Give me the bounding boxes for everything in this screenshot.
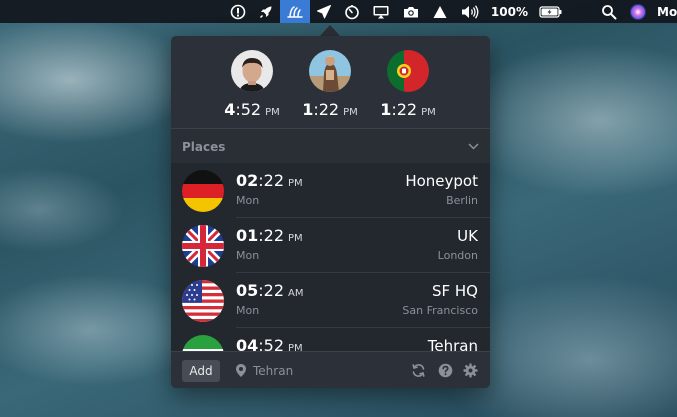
menubar-spacer xyxy=(569,0,595,23)
triangle-icon[interactable] xyxy=(426,0,454,23)
paper-plane-icon[interactable] xyxy=(310,0,338,23)
info-icon[interactable] xyxy=(224,0,252,23)
help-icon[interactable] xyxy=(438,363,453,378)
place-day: Mon xyxy=(236,249,260,262)
time-hour: 1 xyxy=(302,100,314,119)
time-hour: 02 xyxy=(236,171,259,190)
time-ampm: PM xyxy=(421,107,436,118)
person-time: 1:22 PM xyxy=(380,100,436,119)
avatar xyxy=(387,50,429,92)
list-item[interactable]: 01:22 PM Mon UK London xyxy=(171,218,490,273)
there-app-icon[interactable] xyxy=(279,0,310,23)
time-ampm: PM xyxy=(288,343,303,351)
iran-flag-icon xyxy=(182,335,224,351)
place-time: 05:22 AM xyxy=(236,281,303,300)
place-time: 04:52 PM xyxy=(236,336,303,351)
place-time: 02:22 PM xyxy=(236,171,303,190)
person-time: 4:52 PM xyxy=(224,100,280,119)
place-name: Tehran xyxy=(427,337,478,351)
time-minutes: :52 xyxy=(235,100,262,119)
time-hour: 01 xyxy=(236,226,259,245)
timer-icon[interactable] xyxy=(338,0,366,23)
list-item[interactable]: 02:22 PM Mon Honeypot Berlin xyxy=(171,163,490,218)
current-location: Tehran xyxy=(253,364,294,378)
time-minutes: :52 xyxy=(258,336,285,351)
time-hour: 1 xyxy=(380,100,392,119)
menu-bar: 100% Mo xyxy=(0,0,677,23)
place-day: Mon xyxy=(236,194,260,207)
place-city: London xyxy=(437,249,478,262)
time-minutes: :22 xyxy=(313,100,340,119)
place-time: 01:22 PM xyxy=(236,226,303,245)
time-minutes: :22 xyxy=(391,100,418,119)
airplay-display-icon[interactable] xyxy=(366,0,396,23)
time-minutes: :22 xyxy=(258,171,285,190)
time-ampm: AM xyxy=(288,288,304,299)
time-ampm: PM xyxy=(288,178,303,189)
person-1[interactable]: 4:52 PM xyxy=(207,50,297,119)
time-ampm: PM xyxy=(265,107,280,118)
germany-flag-icon xyxy=(182,170,224,212)
list-item[interactable]: 05:22 AM Mon SF HQ San Francisco xyxy=(171,273,490,328)
siri-icon[interactable] xyxy=(623,0,653,23)
list-item[interactable]: 04:52 PM Tehran xyxy=(171,328,490,351)
places-title: Places xyxy=(182,140,226,154)
place-name: UK xyxy=(457,227,478,245)
sync-icon[interactable] xyxy=(411,363,426,378)
uk-flag-icon xyxy=(182,225,224,267)
spotlight-search-icon[interactable] xyxy=(595,0,623,23)
time-minutes: :22 xyxy=(258,226,285,245)
places-header[interactable]: Places xyxy=(171,129,490,163)
person-3[interactable]: 1:22 PM xyxy=(363,50,453,119)
place-city: Berlin xyxy=(446,194,478,207)
person-time: 1:22 PM xyxy=(302,100,358,119)
avatar xyxy=(309,50,351,92)
battery-percentage[interactable]: 100% xyxy=(486,5,533,19)
time-hour: 4 xyxy=(224,100,236,119)
avatar xyxy=(231,50,273,92)
time-ampm: PM xyxy=(343,107,358,118)
place-name: SF HQ xyxy=(431,282,478,300)
active-app-menu[interactable]: Mo xyxy=(653,5,677,19)
add-button[interactable]: Add xyxy=(182,360,220,382)
gear-icon[interactable] xyxy=(463,363,478,378)
people-row: 4:52 PM 1:22 PM 1:22 PM xyxy=(171,36,490,128)
camera-icon[interactable] xyxy=(396,0,426,23)
chevron-down-icon[interactable] xyxy=(468,143,479,150)
place-city: San Francisco xyxy=(402,304,478,317)
time-hour: 04 xyxy=(236,336,259,351)
time-ampm: PM xyxy=(288,233,303,244)
there-popover: 4:52 PM 1:22 PM 1:22 PM Places 02:22 PM … xyxy=(171,36,490,388)
volume-icon[interactable] xyxy=(454,0,486,23)
battery-icon[interactable] xyxy=(533,0,569,23)
person-2[interactable]: 1:22 PM xyxy=(285,50,375,119)
place-day: Mon xyxy=(236,304,260,317)
places-list[interactable]: 02:22 PM Mon Honeypot Berlin 01:22 PM Mon xyxy=(171,163,490,351)
popover-arrow xyxy=(320,25,340,36)
time-hour: 05 xyxy=(236,281,259,300)
place-name: Honeypot xyxy=(405,172,478,190)
popover-footer: Add Tehran xyxy=(171,351,490,388)
rocket-icon[interactable] xyxy=(252,0,280,23)
time-minutes: :22 xyxy=(258,281,285,300)
usa-flag-icon xyxy=(182,280,224,322)
location-pin-icon xyxy=(236,364,246,377)
